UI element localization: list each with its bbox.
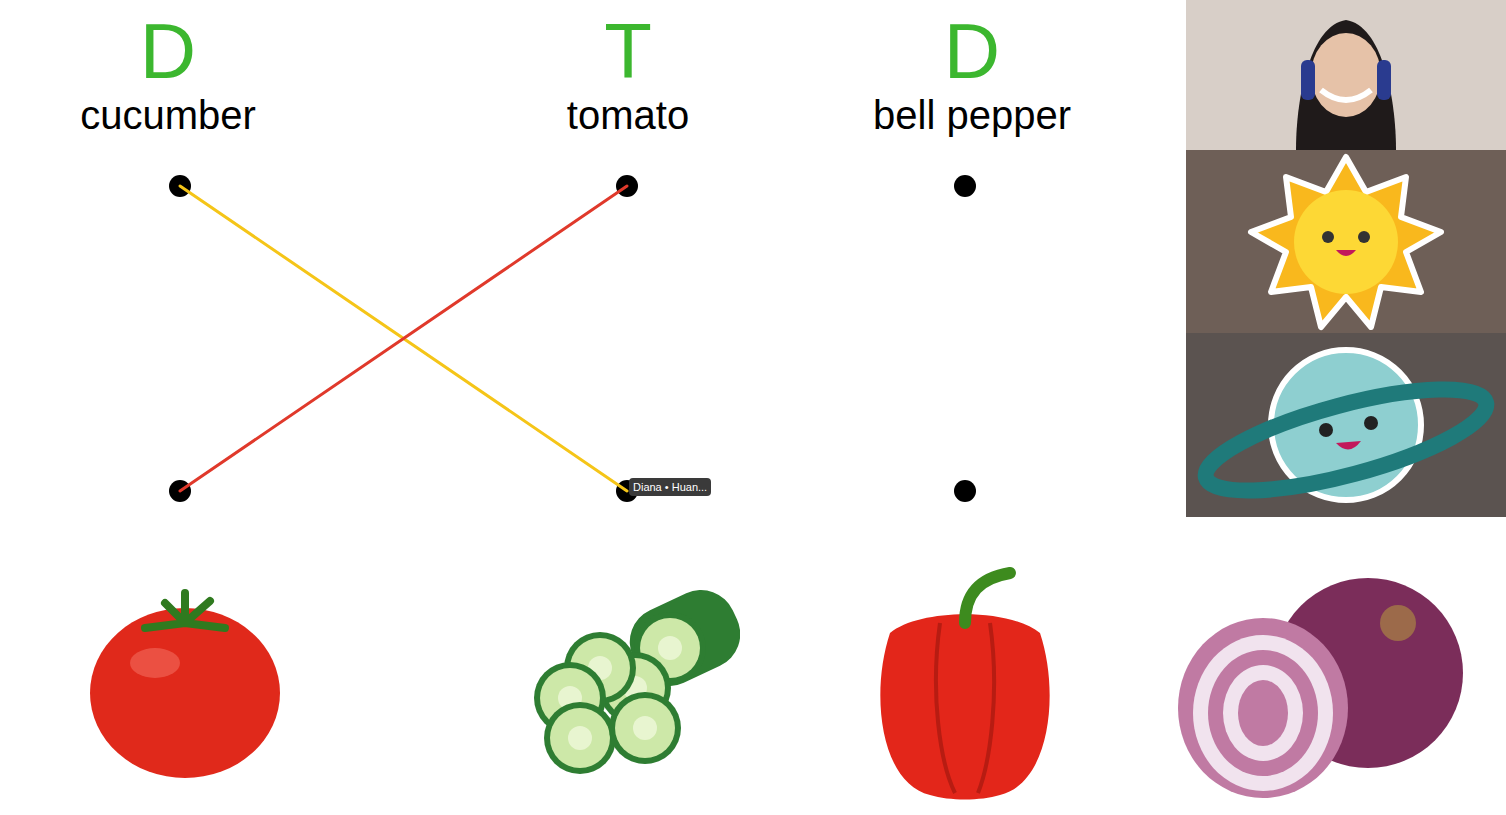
participant-video [1186,0,1506,150]
word-label: bell pepper [873,90,1071,140]
bottom-dot[interactable] [954,480,976,502]
annotator-label: Diana • Huan... [629,478,711,496]
top-dot[interactable] [954,175,976,197]
onion-picture [1168,563,1468,803]
word-label: tomato [567,90,689,140]
match-line[interactable] [180,186,627,491]
picture [35,560,335,805]
participants-panel [1186,0,1506,517]
letter-mark: T [604,12,652,90]
participant-tile [1186,333,1506,517]
planet-icon [1196,335,1496,515]
picture [1168,560,1468,805]
slide: Dcucumber Ttomato Dbell pepper Diana • Huan… [0,0,1506,815]
person-icon [1266,5,1426,150]
word-label: cucumber [80,90,256,140]
participant-tile [1186,150,1506,333]
match-line[interactable] [180,186,627,491]
picture [480,560,780,805]
letter-mark: D [140,12,196,90]
word-column: Dbell pepper [822,12,1122,140]
word-column: Dcucumber [18,12,318,140]
letter-mark: D [944,12,1000,90]
pepper-picture [860,563,1070,803]
cucumber-picture [520,588,740,778]
match-lines [0,0,1186,560]
picture [815,560,1115,805]
tomato-picture [85,583,285,783]
word-column: Ttomato [478,12,778,140]
sun-icon [1231,152,1461,332]
